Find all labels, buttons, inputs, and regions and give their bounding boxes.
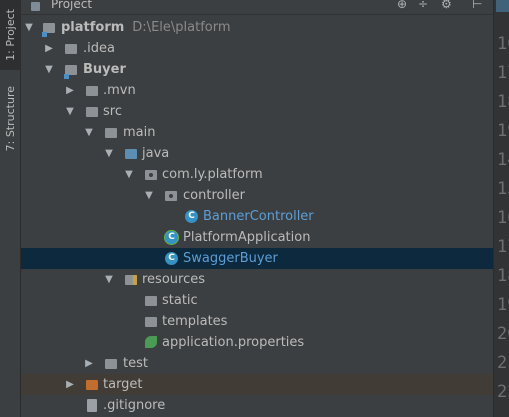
tree-node-label: java xyxy=(142,146,170,161)
tree-node-mvn[interactable]: ▶ .mvn xyxy=(21,80,493,101)
line-number: 16 xyxy=(497,208,509,228)
tree-node-label: .idea xyxy=(83,41,115,56)
tool-window-strip: 1: Project 7: Structure xyxy=(0,0,21,417)
folder-icon xyxy=(105,359,117,369)
line-number: 20 xyxy=(497,324,509,344)
tree-node-templates[interactable]: templates xyxy=(21,311,493,332)
tree-node-label: .gitignore xyxy=(103,398,166,413)
expanded-arrow-icon[interactable]: ▼ xyxy=(65,101,75,122)
structure-tab-label: 7: Structure xyxy=(4,86,17,152)
tree-node-banner-controller[interactable]: C BannerController xyxy=(21,206,493,227)
folder-icon xyxy=(65,44,77,54)
expanded-arrow-icon[interactable]: ▼ xyxy=(44,59,54,80)
structure-tool-tab[interactable]: 7: Structure xyxy=(0,84,21,154)
hide-panel-icon[interactable]: ⊢ xyxy=(472,0,482,11)
locate-icon[interactable]: ⊕ xyxy=(397,0,407,11)
folder-icon xyxy=(145,317,157,327)
line-number: 19 xyxy=(497,121,509,141)
tree-node-resources[interactable]: ▼ resources xyxy=(21,269,493,290)
tree-node-label: com.ly.platform xyxy=(162,167,263,182)
class-icon: C xyxy=(165,252,178,265)
tree-node-label: templates xyxy=(162,314,228,329)
tree-node-test[interactable]: ▶ test xyxy=(21,353,493,374)
excluded-folder-icon xyxy=(86,380,98,390)
expanded-arrow-icon[interactable]: ▼ xyxy=(124,164,134,185)
class-icon: C xyxy=(185,210,198,223)
tree-node-package[interactable]: ▼ com.ly.platform xyxy=(21,164,493,185)
expanded-arrow-icon[interactable]: ▼ xyxy=(104,269,114,290)
line-number: 14 xyxy=(497,150,509,170)
project-tool-tab[interactable]: 1: Project xyxy=(0,0,21,70)
tree-node-swagger-buyer[interactable]: C SwaggerBuyer xyxy=(21,248,493,269)
tree-node-label: application.properties xyxy=(162,335,305,350)
tree-node-platform[interactable]: ▼ platform D:\Ele\platform xyxy=(21,17,493,38)
collapsed-arrow-icon[interactable]: ▶ xyxy=(44,38,54,59)
collapsed-arrow-icon[interactable]: ▶ xyxy=(84,353,94,374)
tree-node-controller[interactable]: ▼ controller xyxy=(21,185,493,206)
project-tab-label: 1: Project xyxy=(4,9,17,61)
tree-node-target[interactable]: ▶ target xyxy=(21,374,493,395)
project-view-selector[interactable]: Project xyxy=(51,0,92,11)
tree-node-application-properties[interactable]: application.properties xyxy=(21,332,493,353)
root-name: platform xyxy=(61,20,125,35)
module-marker-icon xyxy=(64,74,69,79)
line-number: 18 xyxy=(497,266,509,286)
folder-icon xyxy=(86,86,98,96)
tree-node-label: .mvn xyxy=(103,83,136,98)
expanded-arrow-icon[interactable]: ▼ xyxy=(84,122,94,143)
expanded-arrow-icon[interactable]: ▼ xyxy=(144,185,154,206)
tree-node-label: Buyer xyxy=(83,62,126,77)
tree-node-label: PlatformApplication xyxy=(183,230,311,245)
collapsed-arrow-icon[interactable]: ▶ xyxy=(65,374,75,395)
editor-gutter: 16 17 18 19 14 15 16 17 18 19 20 21 22 xyxy=(493,0,509,417)
tree-node-gitignore[interactable]: .gitignore xyxy=(21,395,493,416)
line-number: 17 xyxy=(497,237,509,257)
package-icon xyxy=(165,191,177,201)
collapse-all-icon[interactable]: ÷ xyxy=(418,0,428,11)
tree-node-label: target xyxy=(103,377,143,392)
collapsed-arrow-icon[interactable]: ▶ xyxy=(65,80,75,101)
expanded-arrow-icon[interactable]: ▼ xyxy=(104,143,114,164)
resources-folder-icon xyxy=(125,275,137,285)
line-number: 17 xyxy=(497,63,509,83)
editor-tab-icon[interactable] xyxy=(496,0,509,12)
spring-boot-class-icon: C xyxy=(165,231,178,244)
text-file-icon xyxy=(87,399,97,412)
root-path: D:\Ele\platform xyxy=(132,20,231,35)
tree-node-idea[interactable]: ▶ .idea xyxy=(21,38,493,59)
spring-properties-icon xyxy=(145,336,157,348)
project-panel-header: Project ⊕ ÷ ⚙ ⊢ xyxy=(21,0,493,15)
expanded-arrow-icon[interactable]: ▼ xyxy=(24,17,34,38)
line-number: 16 xyxy=(497,34,509,54)
line-number: 15 xyxy=(497,179,509,199)
package-icon xyxy=(145,170,157,180)
tree-node-label: controller xyxy=(183,188,246,203)
folder-icon xyxy=(105,128,117,138)
module-marker-icon xyxy=(42,32,47,37)
line-number: 22 xyxy=(497,382,509,402)
tree-node-label: BannerController xyxy=(203,209,314,224)
tree-node-java[interactable]: ▼ java xyxy=(21,143,493,164)
tree-node-platform-application[interactable]: C PlatformApplication xyxy=(21,227,493,248)
folder-icon xyxy=(86,107,98,117)
settings-gear-icon[interactable]: ⚙ xyxy=(441,0,452,11)
tree-node-buyer[interactable]: ▼ Buyer xyxy=(21,59,493,80)
tree-node-label: resources xyxy=(142,272,206,287)
tree-node-label: test xyxy=(123,356,148,371)
tree-node-src[interactable]: ▼ src xyxy=(21,101,493,122)
tree-node-static[interactable]: static xyxy=(21,290,493,311)
tree-node-label: static xyxy=(162,293,198,308)
project-icon xyxy=(31,2,40,11)
line-number: 21 xyxy=(497,353,509,373)
source-folder-icon xyxy=(125,149,137,159)
tree-node-label: SwaggerBuyer xyxy=(183,251,278,266)
line-number: 19 xyxy=(497,295,509,315)
tree-node-main[interactable]: ▼ main xyxy=(21,122,493,143)
tree-node-label: src xyxy=(103,104,122,119)
tree-node-label: main xyxy=(123,125,156,140)
line-number: 18 xyxy=(497,92,509,112)
folder-icon xyxy=(145,296,157,306)
